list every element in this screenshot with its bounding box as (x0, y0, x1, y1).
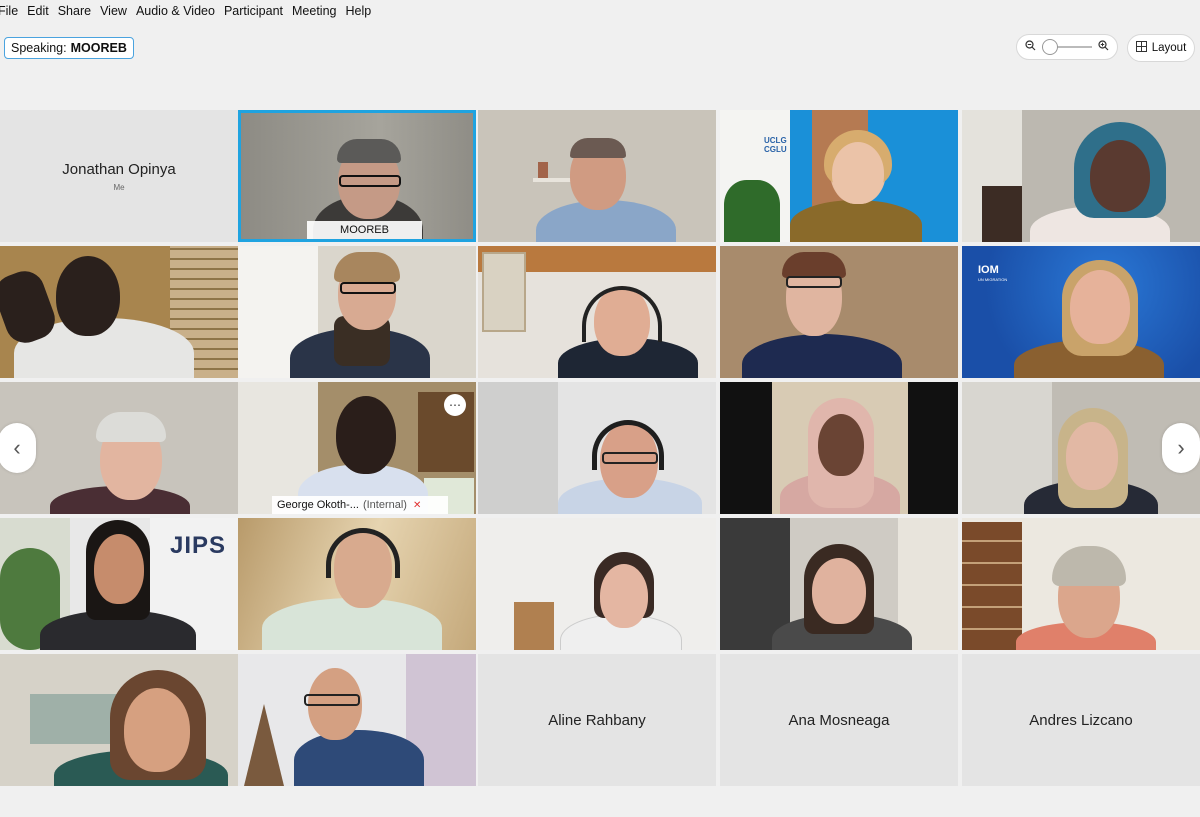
menu-edit[interactable]: Edit (27, 4, 49, 18)
participant-video[interactable] (0, 654, 238, 786)
participant-name: Andres Lizcano (1029, 711, 1133, 729)
organisation-logo: JIPS (170, 532, 227, 559)
participant-video[interactable] (478, 110, 716, 242)
participant-tile[interactable]: Jonathan Opinya Me (0, 110, 238, 242)
participant-video[interactable] (720, 246, 958, 378)
zoom-slider[interactable] (1042, 39, 1092, 55)
participant-video-active-speaker[interactable]: MOOREB (238, 110, 476, 242)
organisation-logo: UCLG CGLU (764, 136, 787, 154)
video-name-tag: George Okoth-... (Internal) ✕ (272, 496, 448, 514)
zoom-out-icon[interactable] (1025, 38, 1036, 56)
next-page-button[interactable]: › (1162, 423, 1200, 473)
participant-tile[interactable]: Ana Mosneaga (720, 654, 958, 786)
grid-layout-icon (1135, 41, 1147, 55)
layout-button[interactable]: Layout (1127, 34, 1195, 62)
participant-video[interactable] (238, 654, 476, 786)
participant-video[interactable]: JIPS (0, 518, 238, 650)
participant-name: Aline Rahbany (548, 711, 646, 729)
zoom-in-icon[interactable] (1098, 38, 1109, 56)
participant-video[interactable] (478, 246, 716, 378)
zoom-slider-knob[interactable] (1042, 39, 1058, 55)
self-indicator: Me (113, 182, 125, 192)
participant-name: Ana Mosneaga (788, 711, 890, 729)
previous-page-button[interactable]: ‹ (0, 423, 36, 473)
menu-participant[interactable]: Participant (224, 4, 283, 18)
menu-meeting[interactable]: Meeting (292, 4, 336, 18)
participant-video[interactable]: ⋯ George Okoth-... (Internal) ✕ (238, 382, 476, 514)
participant-video[interactable] (238, 246, 476, 378)
mic-muted-icon: ✕ (412, 499, 422, 511)
menu-file[interactable]: File (0, 4, 18, 18)
chevron-right-icon: › (1177, 435, 1185, 460)
participant-tile[interactable]: Andres Lizcano (962, 654, 1200, 786)
participant-video[interactable] (720, 382, 958, 514)
participant-name: Jonathan Opinya (62, 160, 176, 178)
speaking-name: MOOREB (70, 41, 127, 55)
participant-video[interactable]: IOM UN MIGRATION (962, 246, 1200, 378)
participant-video[interactable] (962, 110, 1200, 242)
video-name-tag: MOOREB (307, 221, 422, 239)
participant-tile[interactable]: Aline Rahbany (478, 654, 716, 786)
menu-view[interactable]: View (100, 4, 127, 18)
zoom-control[interactable] (1016, 34, 1118, 60)
speaking-indicator: Speaking: MOOREB (4, 37, 134, 59)
participant-video[interactable] (720, 518, 958, 650)
participant-video[interactable] (478, 518, 716, 650)
speaking-label: Speaking: (11, 41, 67, 55)
organisation-logo: IOM (978, 264, 999, 276)
participant-video[interactable] (478, 382, 716, 514)
layout-label: Layout (1151, 42, 1187, 54)
participant-video[interactable] (238, 518, 476, 650)
organisation-logo-subtitle: UN MIGRATION (978, 277, 1008, 282)
chevron-left-icon: ‹ (13, 435, 21, 460)
video-name-tag-name: George Okoth-... (277, 499, 359, 511)
video-grid: Jonathan Opinya Me MOOREB UCLG CGLU IOM … (0, 110, 1200, 788)
menu-help[interactable]: Help (345, 4, 371, 18)
menu-audio-video[interactable]: Audio & Video (136, 4, 215, 18)
participant-video[interactable]: UCLG CGLU (720, 110, 958, 242)
participant-video[interactable] (0, 246, 238, 378)
participant-video[interactable] (962, 518, 1200, 650)
menu-share[interactable]: Share (58, 4, 91, 18)
menu-bar: File Edit Share View Audio & Video Parti… (0, 0, 1200, 22)
more-options-icon[interactable]: ⋯ (444, 394, 466, 416)
video-name-tag-role: (Internal) (362, 499, 407, 511)
